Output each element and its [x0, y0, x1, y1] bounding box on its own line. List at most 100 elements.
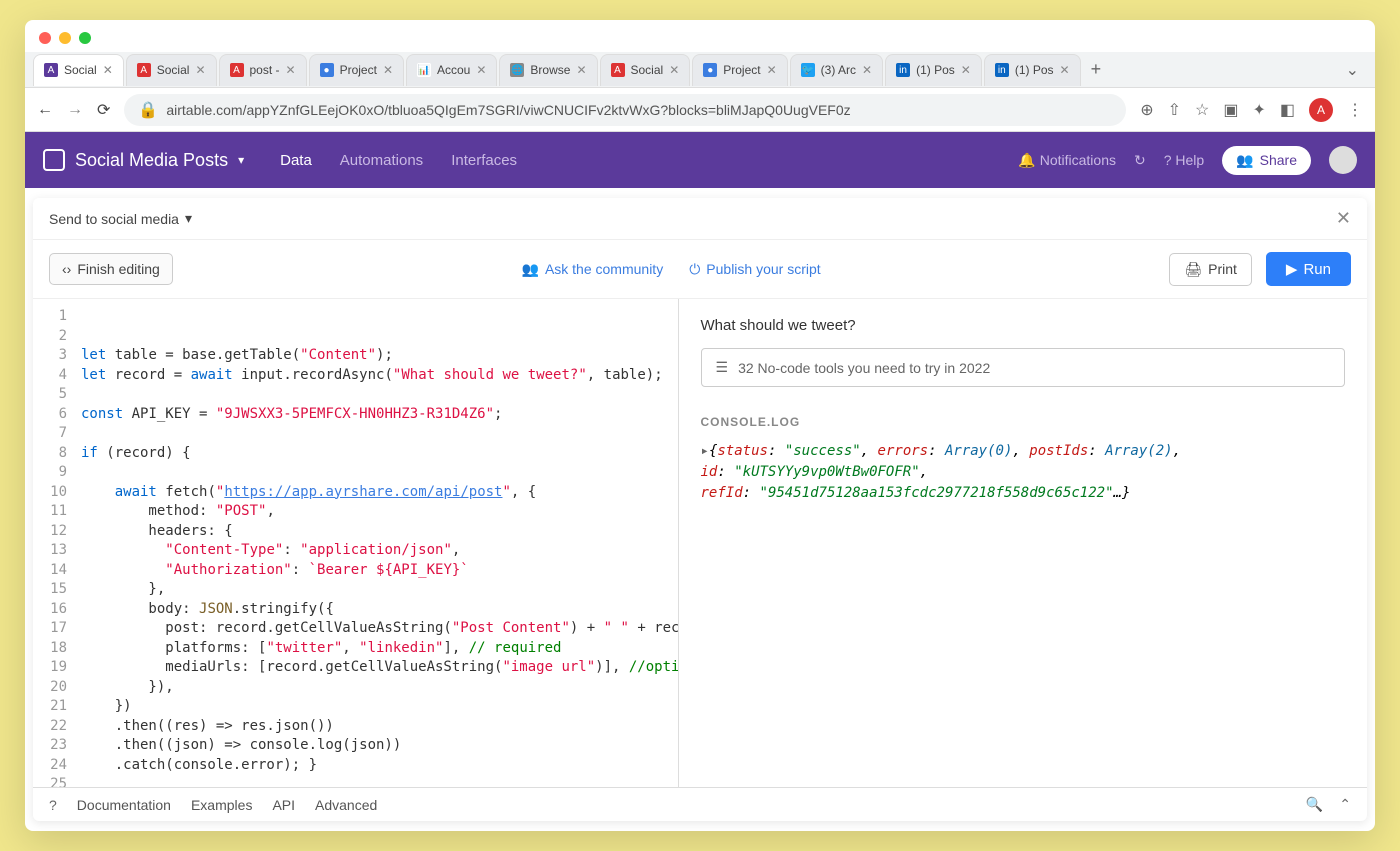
tab-close-icon[interactable]: ✕: [862, 63, 872, 77]
share-button[interactable]: 👥 Share: [1222, 146, 1311, 175]
tab-favicon: A: [611, 63, 625, 77]
tab-overflow-button[interactable]: ⌄: [1338, 56, 1367, 84]
code-line[interactable]: await fetch("https://app.ayrshare.com/ap…: [77, 483, 678, 503]
browser-tab[interactable]: ASocial✕: [126, 54, 217, 86]
tab-favicon: in: [995, 63, 1009, 77]
api-link[interactable]: API: [272, 797, 295, 813]
tab-close-icon[interactable]: ✕: [1060, 63, 1070, 77]
documentation-link[interactable]: Documentation: [77, 797, 171, 813]
star-icon[interactable]: ☆: [1195, 100, 1209, 120]
browser-tab[interactable]: in(1) Pos✕: [885, 54, 982, 86]
advanced-link[interactable]: Advanced: [315, 797, 377, 813]
line-number: 17: [33, 619, 67, 639]
nav-data[interactable]: Data: [280, 152, 312, 169]
tab-close-icon[interactable]: ✕: [576, 63, 586, 77]
chevron-down-icon[interactable]: ▾: [238, 153, 244, 167]
code-line[interactable]: body: JSON.stringify({: [77, 600, 678, 620]
code-line[interactable]: [77, 385, 678, 405]
code-line[interactable]: }): [77, 697, 678, 717]
back-button[interactable]: ←: [37, 101, 53, 119]
code-line[interactable]: post: record.getCellValueAsString("Post …: [77, 619, 678, 639]
code-line[interactable]: let record = await input.recordAsync("Wh…: [77, 366, 678, 386]
code-line[interactable]: headers: {: [77, 522, 678, 542]
code-line[interactable]: [77, 307, 678, 327]
browser-avatar[interactable]: A: [1309, 98, 1333, 122]
new-tab-button[interactable]: +: [1083, 55, 1110, 84]
browser-tab[interactable]: ●Project✕: [692, 54, 787, 86]
tab-close-icon[interactable]: ✕: [767, 63, 777, 77]
tab-close-icon[interactable]: ✕: [476, 63, 486, 77]
line-number: 18: [33, 639, 67, 659]
search-icon[interactable]: 🔍: [1306, 796, 1323, 813]
browser-tab[interactable]: Apost -✕: [219, 54, 307, 86]
browser-tab[interactable]: 🐦(3) Arc✕: [790, 54, 883, 86]
line-number: 11: [33, 502, 67, 522]
tab-close-icon[interactable]: ✕: [383, 63, 393, 77]
finish-editing-button[interactable]: ‹› Finish editing: [49, 253, 173, 285]
code-line[interactable]: let table = base.getTable("Content");: [77, 346, 678, 366]
code-line[interactable]: },: [77, 580, 678, 600]
line-number: 2: [33, 327, 67, 347]
tab-favicon: 🌐: [510, 63, 524, 77]
code-line[interactable]: }),: [77, 678, 678, 698]
extensions-icon[interactable]: ✦: [1252, 100, 1265, 120]
window-minimize[interactable]: [59, 32, 71, 44]
code-line[interactable]: [77, 424, 678, 444]
code-line[interactable]: .catch(console.error); }: [77, 756, 678, 776]
ask-community-link[interactable]: 👥 Ask the community: [522, 261, 664, 278]
tab-label: Social: [631, 63, 664, 77]
examples-link[interactable]: Examples: [191, 797, 252, 813]
browser-tab[interactable]: A Social ✕: [600, 54, 691, 86]
window-close[interactable]: [39, 32, 51, 44]
browser-tab[interactable]: 📊Accou✕: [406, 54, 497, 86]
code-line[interactable]: [77, 463, 678, 483]
code-line[interactable]: platforms: ["twitter", "linkedin"], // r…: [77, 639, 678, 659]
zoom-icon[interactable]: ⊕: [1140, 100, 1153, 120]
publish-script-link[interactable]: ⏻ Publish your script: [689, 261, 820, 278]
window-icon[interactable]: ▣: [1223, 100, 1238, 120]
help-icon[interactable]: ?: [49, 797, 57, 813]
user-avatar[interactable]: [1329, 146, 1357, 174]
code-line[interactable]: method: "POST",: [77, 502, 678, 522]
code-line[interactable]: "Authorization": `Bearer ${API_KEY}`: [77, 561, 678, 581]
notifications-button[interactable]: 🔔 Notifications: [1018, 152, 1116, 169]
tab-close-icon[interactable]: ✕: [195, 63, 205, 77]
code-line[interactable]: mediaUrls: [record.getCellValueAsString(…: [77, 658, 678, 678]
nav-automations[interactable]: Automations: [340, 152, 423, 169]
forward-button[interactable]: →: [67, 101, 83, 119]
code-line[interactable]: const API_KEY = "9JWSXX3-5PEMFCX-HN0HHZ3…: [77, 405, 678, 425]
code-editor[interactable]: 1234567891011121314151617181920212223242…: [33, 299, 679, 787]
line-number: 4: [33, 366, 67, 386]
code-line[interactable]: [77, 327, 678, 347]
record-selector[interactable]: ☰ 32 No-code tools you need to try in 20…: [701, 348, 1346, 387]
nav-interfaces[interactable]: Interfaces: [451, 152, 517, 169]
script-dropdown[interactable]: Send to social media ▾: [49, 210, 192, 227]
panel-icon[interactable]: ◧: [1280, 100, 1295, 120]
browser-tab[interactable]: ASocial✕: [33, 54, 124, 86]
menu-icon[interactable]: ⋮: [1347, 100, 1363, 120]
code-line[interactable]: [77, 775, 678, 787]
code-line[interactable]: .then((json) => console.log(json)): [77, 736, 678, 756]
code-line[interactable]: if (record) {: [77, 444, 678, 464]
tab-close-icon[interactable]: ✕: [286, 63, 296, 77]
app-title: Social Media Posts: [75, 150, 228, 171]
url-bar[interactable]: 🔒 airtable.com/appYZnfGLEejOK0xO/tbluoa5…: [124, 94, 1126, 126]
code-line[interactable]: "Content-Type": "application/json",: [77, 541, 678, 561]
tab-close-icon[interactable]: ✕: [669, 63, 679, 77]
print-button[interactable]: 🖨 Print: [1169, 253, 1252, 286]
tab-close-icon[interactable]: ✕: [103, 63, 113, 77]
browser-tab[interactable]: in(1) Pos✕: [984, 54, 1081, 86]
close-icon[interactable]: ✕: [1336, 208, 1351, 229]
code-line[interactable]: .then((res) => res.json()): [77, 717, 678, 737]
browser-tab[interactable]: 🌐Browse✕: [499, 54, 597, 86]
help-button[interactable]: ? Help: [1164, 152, 1204, 168]
run-button[interactable]: ▶ Run: [1266, 252, 1351, 286]
share-icon[interactable]: ⇧: [1168, 100, 1181, 120]
browser-tab[interactable]: ●Project✕: [309, 54, 404, 86]
tab-close-icon[interactable]: ✕: [961, 63, 971, 77]
line-number: 16: [33, 600, 67, 620]
window-maximize[interactable]: [79, 32, 91, 44]
reload-button[interactable]: ⟳: [97, 100, 110, 120]
history-icon[interactable]: ↻: [1134, 152, 1146, 169]
collapse-icon[interactable]: ⌃: [1339, 796, 1351, 813]
